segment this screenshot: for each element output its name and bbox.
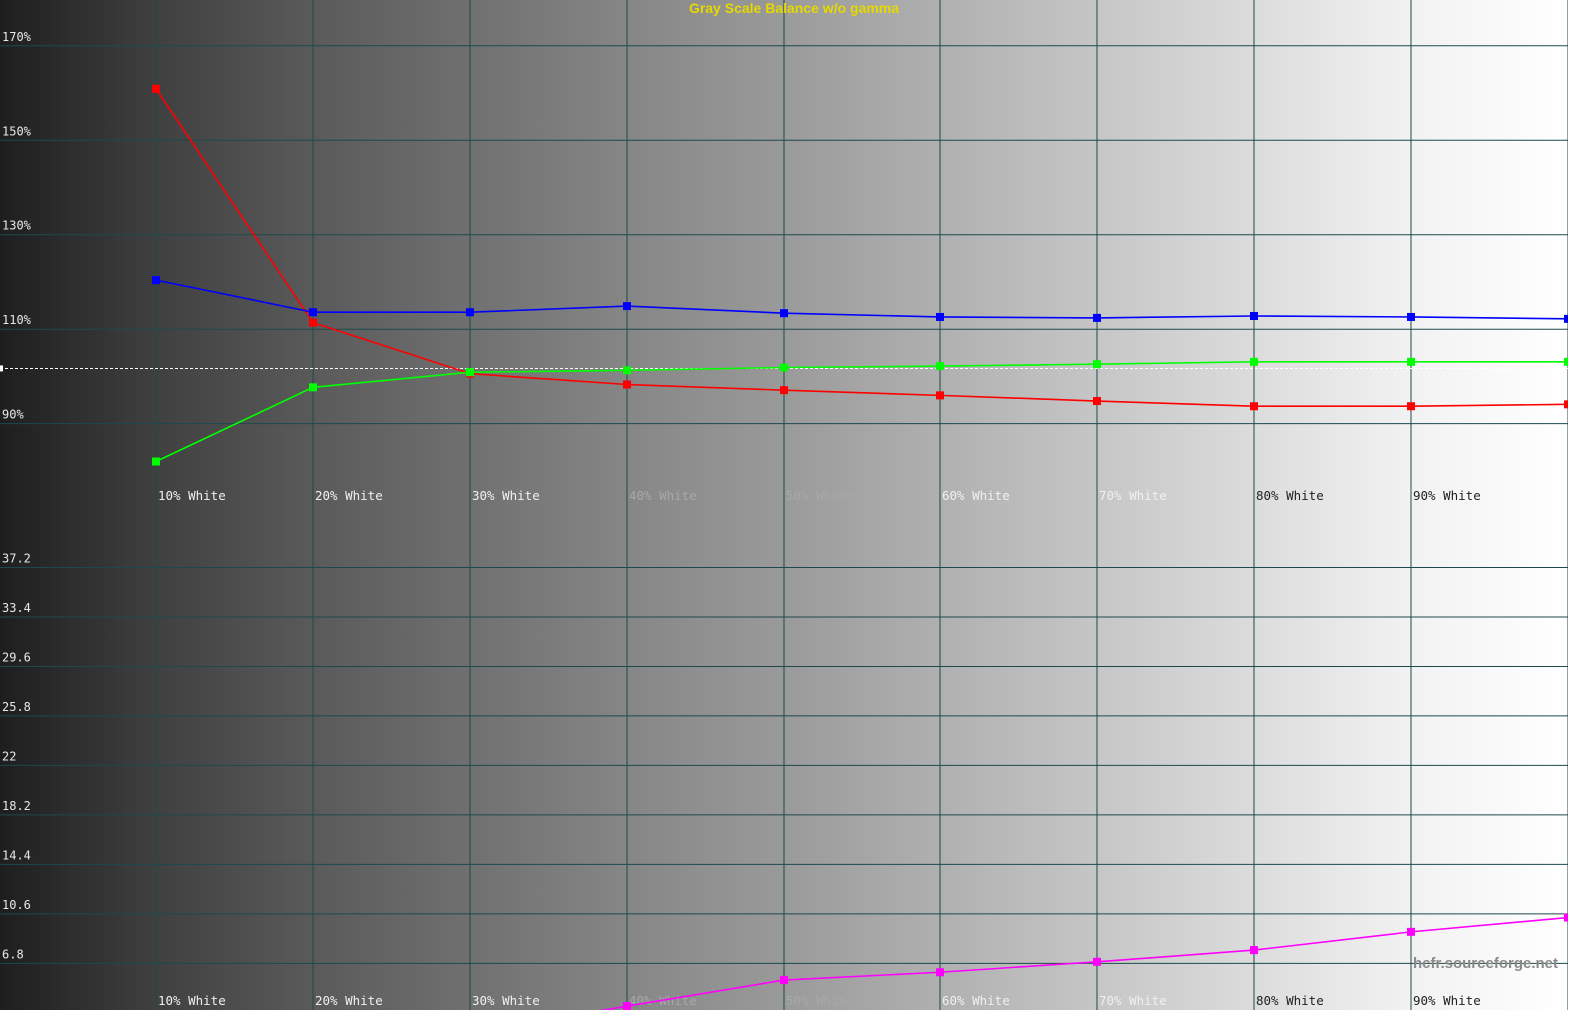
x-tick-label: 20% White (315, 993, 383, 1008)
data-point-green (1564, 357, 1568, 366)
data-point-magenta (1250, 946, 1258, 955)
reference-marker (0, 365, 3, 372)
axis-labels: 170% 150% 130% 110% 90% 10% White 20% White 30%… (2, 30, 1481, 1008)
x-tick-label: 60% White (942, 993, 1010, 1008)
x-tick-label: 60% White (942, 488, 1010, 503)
y-tick-label: 170% (2, 30, 32, 44)
data-point-red (623, 380, 631, 389)
chart-area: 170% 150% 130% 110% 90% 10% White 20% White 30%… (0, 0, 1568, 1010)
series-line-green (155, 361, 1568, 463)
y-tick-label: 150% (2, 124, 32, 138)
data-point-magenta (780, 976, 788, 985)
data-point-red (936, 391, 944, 400)
y-tick-label: 37.2 (2, 551, 31, 565)
data-point-green (152, 457, 160, 466)
grid (0, 0, 1568, 1010)
x-tick-label: 70% White (1099, 993, 1167, 1008)
data-point-green (780, 363, 788, 372)
data-point-magenta (623, 1002, 631, 1010)
data-point-red (1564, 400, 1568, 409)
data-point-red (780, 386, 788, 395)
data-point-blue (466, 308, 474, 317)
data-point-green (1407, 357, 1415, 366)
data-point-red (1407, 402, 1415, 411)
series-line-red (155, 88, 1568, 408)
chart-svg: 170% 150% 130% 110% 90% 10% White 20% White 30%… (0, 0, 1568, 1010)
y-tick-label: 33.4 (2, 601, 31, 615)
data-point-blue (309, 308, 317, 317)
data-point-green (309, 383, 317, 392)
data-point-red (1093, 397, 1101, 406)
data-point-green (1093, 360, 1101, 369)
x-tick-label: 50% White (786, 488, 854, 503)
x-tick-label: 30% White (472, 488, 540, 503)
x-tick-label: 90% White (1413, 488, 1481, 503)
data-point-red (152, 84, 160, 93)
x-tick-label: 80% White (1256, 993, 1324, 1008)
x-tick-label: 20% White (315, 488, 383, 503)
x-tick-label: 40% White (629, 488, 697, 503)
x-tick-label: 10% White (158, 993, 226, 1008)
data-point-magenta (936, 968, 944, 977)
x-tick-label: 10% White (158, 488, 226, 503)
series-line-blue (155, 279, 1568, 320)
y-tick-label: 6.8 (2, 947, 24, 961)
data-point-blue (1407, 312, 1415, 321)
x-tick-label: 90% White (1413, 993, 1481, 1008)
data-point-green (466, 368, 474, 377)
y-tick-label: 130% (2, 219, 32, 233)
y-tick-label: 10.6 (2, 898, 31, 912)
data-point-red (309, 318, 317, 327)
x-tick-label: 70% White (1099, 488, 1167, 503)
data-point-green (623, 366, 631, 375)
y-tick-label: 22 (2, 749, 16, 763)
data-point-red (1250, 402, 1258, 411)
data-point-magenta (1564, 913, 1568, 922)
data-point-blue (623, 302, 631, 311)
data-point-blue (780, 309, 788, 318)
data-point-blue (1250, 312, 1258, 321)
chart-title: Gray Scale Balance w/o gamma (689, 0, 899, 16)
y-tick-label: 29.6 (2, 650, 31, 664)
data-point-blue (1564, 314, 1568, 323)
data-point-blue (936, 312, 944, 321)
y-tick-label: 110% (2, 313, 32, 327)
watermark: hcfr.sourceforge.net (1413, 955, 1558, 972)
data-point-green (936, 362, 944, 371)
x-tick-label: 50% White (786, 993, 854, 1008)
y-tick-label: 14.4 (2, 848, 31, 862)
y-tick-label: 18.2 (2, 799, 31, 813)
y-tick-label: 25.8 (2, 700, 31, 714)
y-tick-label: 90% (2, 408, 24, 422)
data-point-green (1250, 357, 1258, 366)
data-point-magenta (1093, 957, 1101, 966)
x-tick-label: 30% White (472, 993, 540, 1008)
data-point-magenta (1407, 927, 1415, 936)
data-point-blue (1093, 313, 1101, 322)
x-tick-label: 80% White (1256, 488, 1324, 503)
data-point-blue (152, 276, 160, 285)
